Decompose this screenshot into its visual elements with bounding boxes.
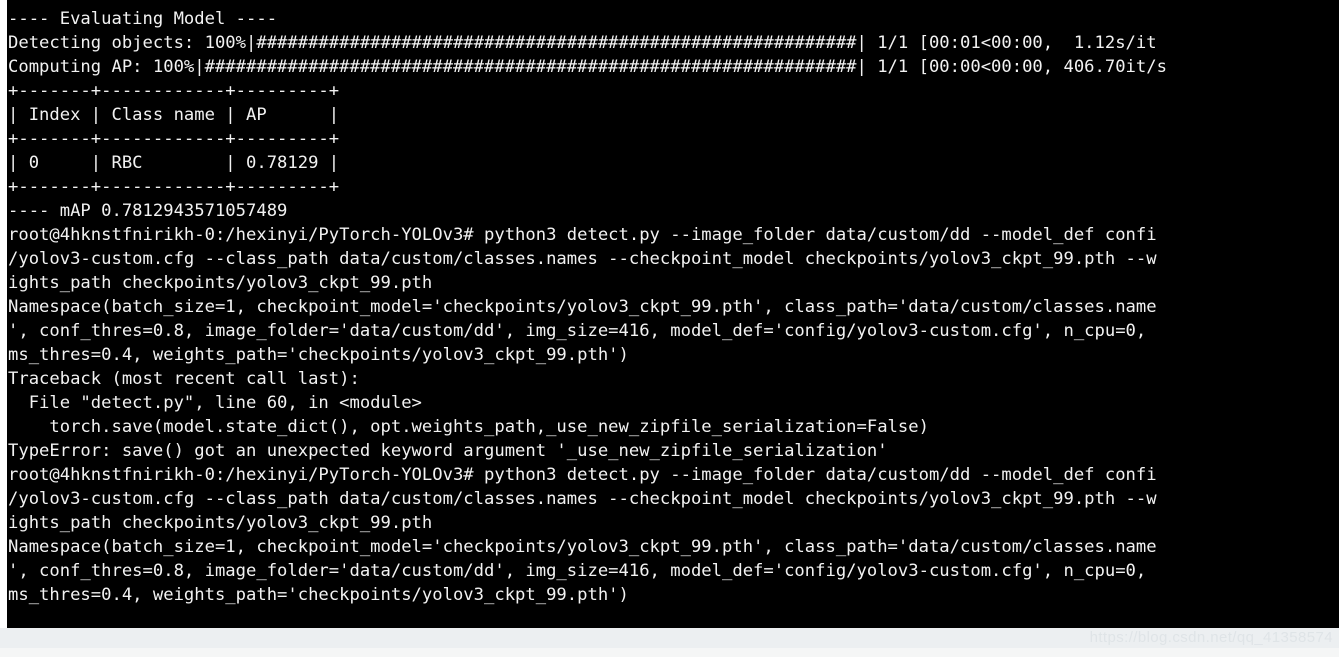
terminal-line: ', conf_thres=0.8, image_folder='data/cu…	[8, 321, 1147, 341]
page-footer-strip-lower	[0, 648, 1339, 657]
terminal-line: /yolov3-custom.cfg --class_path data/cus…	[8, 249, 1157, 269]
terminal-line: File "detect.py", line 60, in <module>	[8, 393, 422, 413]
terminal-screenshot: ---- Evaluating Model ---- Detecting obj…	[0, 0, 1339, 657]
terminal-output[interactable]: ---- Evaluating Model ---- Detecting obj…	[8, 7, 1339, 607]
terminal-line: ights_path checkpoints/yolov3_ckpt_99.pt…	[8, 513, 433, 533]
terminal-line: ms_thres=0.4, weights_path='checkpoints/…	[8, 345, 629, 365]
terminal-line: Namespace(batch_size=1, checkpoint_model…	[8, 537, 1157, 557]
terminal-line: ---- mAP 0.7812943571057489	[8, 201, 288, 221]
terminal-line: root@4hknstfnirikh-0:/hexinyi/PyTorch-YO…	[8, 225, 1157, 245]
terminal-line: +-------+------------+---------+	[8, 129, 340, 149]
terminal-line: torch.save(model.state_dict(), opt.weigh…	[8, 417, 929, 437]
terminal-line: +-------+------------+---------+	[8, 81, 340, 101]
terminal-line: Detecting objects: 100%|################…	[8, 33, 1157, 53]
terminal-line: ights_path checkpoints/yolov3_ckpt_99.pt…	[8, 273, 433, 293]
terminal-line: | 0 | RBC | 0.78129 |	[8, 153, 340, 173]
terminal-line: TypeError: save() got an unexpected keyw…	[8, 441, 888, 461]
terminal-line: ', conf_thres=0.8, image_folder='data/cu…	[8, 561, 1147, 581]
terminal-line: root@4hknstfnirikh-0:/hexinyi/PyTorch-YO…	[8, 465, 1157, 485]
terminal-line: | Index | Class name | AP |	[8, 105, 340, 125]
watermark-text: https://blog.csdn.net/qq_41358574	[1089, 629, 1333, 646]
terminal-line: /yolov3-custom.cfg --class_path data/cus…	[8, 489, 1157, 509]
terminal-window[interactable]: ---- Evaluating Model ---- Detecting obj…	[7, 0, 1339, 628]
terminal-line: ---- Evaluating Model ----	[8, 9, 278, 29]
terminal-line: ms_thres=0.4, weights_path='checkpoints/…	[8, 585, 629, 605]
terminal-line: Namespace(batch_size=1, checkpoint_model…	[8, 297, 1157, 317]
terminal-line: Computing AP: 100%|#####################…	[8, 57, 1167, 77]
terminal-line: +-------+------------+---------+	[8, 177, 340, 197]
terminal-line: Traceback (most recent call last):	[8, 369, 360, 389]
